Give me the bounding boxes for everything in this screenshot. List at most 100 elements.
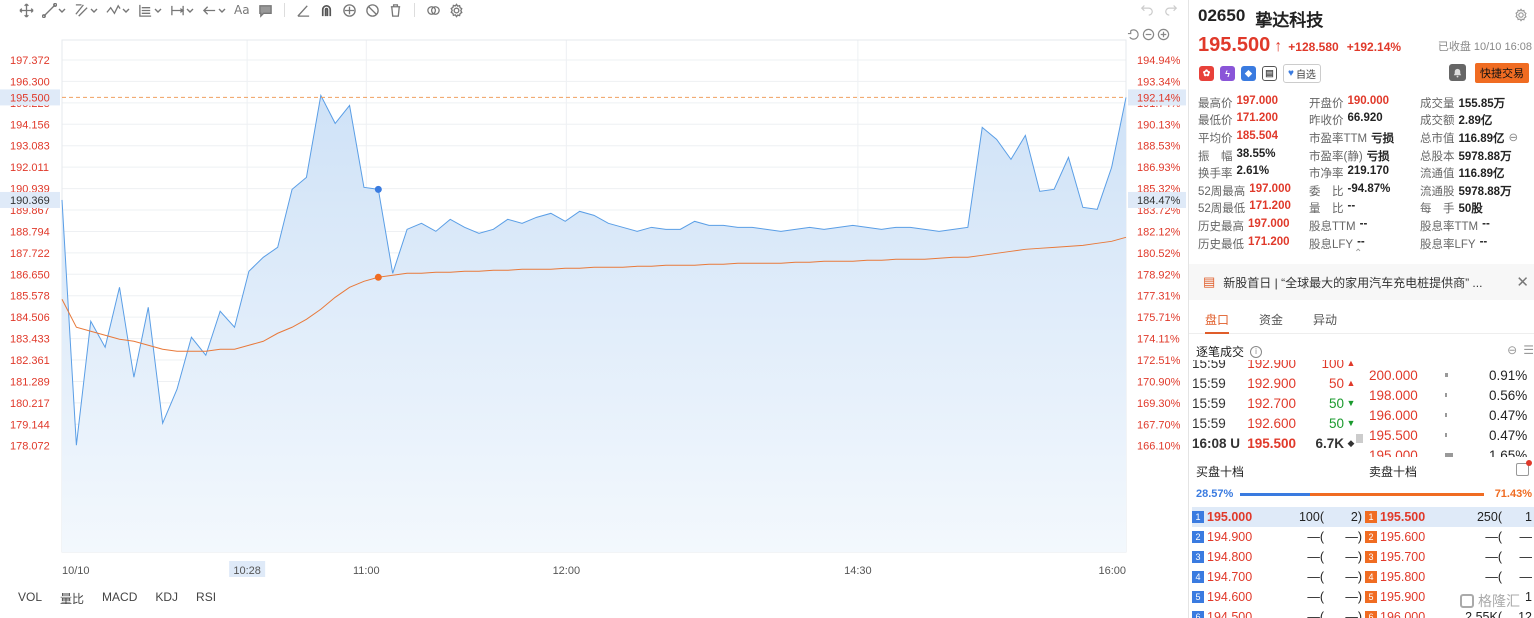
- channel-tool[interactable]: [71, 1, 101, 19]
- stat-label: 市盈率TTM: [1309, 132, 1368, 145]
- stat-label: 股息TTM: [1309, 220, 1356, 233]
- y-tick-right: 177.31%: [1137, 291, 1181, 303]
- stat-cell: 股息率LFY --: [1420, 236, 1531, 252]
- stat-cell: 流通值 116.89亿: [1420, 165, 1531, 181]
- delete-drawing-tool[interactable]: [385, 1, 406, 19]
- measure-tool[interactable]: [167, 1, 197, 19]
- tick-trades-inner: 15:59 192.900 100 ▲ 15:59 192.900 50 ▲ 15:59 192.…: [1192, 360, 1362, 453]
- y-tick-left: 196.300: [10, 76, 50, 88]
- news-banner[interactable]: ▤ 新股首日 | “全球最大的家用汽车充电桩提供商” ... ✕: [1189, 264, 1534, 300]
- indicator-macd[interactable]: MACD: [102, 590, 137, 607]
- y-tick-right: 188.53%: [1137, 141, 1181, 153]
- bid-title: 买盘十档: [1196, 465, 1245, 479]
- orderbook-row[interactable]: 4 194.700 —(—) 4 195.800 —(—: [1192, 567, 1534, 587]
- y-tick-right: 166.10%: [1137, 441, 1181, 453]
- text-tool[interactable]: Aa: [231, 1, 253, 19]
- stat-label: 成交量: [1420, 97, 1455, 110]
- tick-trades-list[interactable]: 15:59 192.900 100 ▲ 15:59 192.900 50 ▲ 15:59 192.…: [1192, 360, 1362, 458]
- compare-tool[interactable]: [423, 1, 444, 19]
- collapse-chevron-icon[interactable]: ⌃: [1354, 248, 1362, 259]
- indicator-kdj[interactable]: KDJ: [155, 590, 178, 607]
- wave-tool[interactable]: [103, 1, 133, 19]
- bid-price: 194.500: [1207, 610, 1253, 618]
- x-tick: 11:00: [353, 565, 380, 577]
- line-tool[interactable]: [39, 1, 69, 19]
- bell-icon: [1453, 68, 1462, 78]
- move-tool[interactable]: [16, 1, 37, 19]
- bid-volume: 100(: [1298, 510, 1324, 524]
- trade-row: 15:59 192.900 100 ▲: [1192, 360, 1362, 373]
- indicator-rsi[interactable]: RSI: [196, 590, 216, 607]
- y-tick-left: 188.794: [10, 226, 50, 238]
- indicator-vol[interactable]: VOL: [18, 590, 42, 607]
- trash-icon: [390, 3, 400, 17]
- redo-icon[interactable]: [1164, 2, 1178, 16]
- y-tick-left: 181.289: [10, 376, 50, 388]
- ask-price: 195.800: [1380, 570, 1426, 584]
- trade-direction-icon: ▼: [1346, 398, 1356, 408]
- close-icon[interactable]: ✕: [1516, 273, 1529, 291]
- undo-icon[interactable]: [1140, 2, 1154, 16]
- info-icon[interactable]: i: [1250, 345, 1263, 358]
- quick-trade-button[interactable]: 快捷交易: [1475, 63, 1529, 83]
- fib-tool[interactable]: [135, 1, 165, 19]
- lock-drawing-tool[interactable]: [339, 1, 360, 19]
- stat-value: 2.61%: [1236, 165, 1270, 178]
- more-icon[interactable]: ⊖: [1507, 343, 1517, 357]
- y-tick-left: 180.217: [10, 398, 50, 410]
- drawing-toolbar: Aa: [0, 0, 1188, 20]
- bid-level-index: 6: [1192, 611, 1204, 618]
- panel-settings[interactable]: [1514, 8, 1528, 27]
- last-price: 195.500: [1198, 34, 1271, 56]
- stat-value: --: [1347, 200, 1356, 213]
- hide-drawing-tool[interactable]: [362, 1, 383, 19]
- magnet-tool[interactable]: [316, 1, 337, 19]
- expand-icon[interactable]: [1516, 460, 1532, 476]
- stat-label: 量 比: [1309, 203, 1344, 216]
- distribution-row: 198.000 0.56%: [1369, 385, 1529, 405]
- price-area-fill: [62, 95, 1126, 552]
- indicator-volume-ratio[interactable]: 量比: [60, 590, 84, 607]
- add-watchlist-button[interactable]: ♥ 自选: [1283, 64, 1321, 83]
- stat-cell: 委 比 -94.87%: [1309, 183, 1420, 199]
- arrow-tool[interactable]: [199, 1, 229, 19]
- x-tick: 10/10: [62, 565, 90, 577]
- comment-tool[interactable]: [255, 1, 276, 19]
- more-stats-icon[interactable]: ⊖: [1509, 130, 1519, 146]
- distribution-row: 196.000 0.47%: [1369, 405, 1529, 425]
- stat-label: 每 手: [1420, 203, 1455, 216]
- y-tick-right: 175.71%: [1137, 312, 1181, 324]
- hk-flag-icon[interactable]: ✿: [1199, 66, 1214, 81]
- stat-value: 171.200: [1236, 112, 1279, 125]
- bid-price: 194.600: [1207, 590, 1253, 604]
- orderbook-row[interactable]: 3 194.800 —(—) 3 195.700 —(—: [1192, 547, 1534, 567]
- tag-icon[interactable]: ◆: [1241, 66, 1256, 81]
- chart-settings-tool[interactable]: [446, 1, 467, 19]
- ruler-tool[interactable]: [293, 1, 314, 19]
- document-icon[interactable]: ▤: [1262, 66, 1277, 81]
- bid-ratio-label: 28.57%: [1196, 488, 1234, 500]
- tab-capital[interactable]: 资金: [1259, 310, 1283, 334]
- tab-anomaly[interactable]: 异动: [1313, 310, 1337, 334]
- tab-orderbook[interactable]: 盘口: [1205, 310, 1230, 334]
- stat-cell: 历史最低 171.200: [1198, 236, 1309, 252]
- orderbook-row[interactable]: 1 195.000 100(2) 1 195.500 250(1: [1192, 507, 1534, 527]
- intraday-chart[interactable]: 197.372196.300195.228194.156193.083192.0…: [0, 20, 1188, 590]
- stat-value: 5978.88万: [1458, 150, 1512, 163]
- trade-direction-icon: ▲: [1346, 378, 1356, 388]
- watermark-text: 格隆汇: [1478, 594, 1520, 610]
- list-icon[interactable]: ☰: [1523, 343, 1534, 357]
- stats-row: 振 幅 38.55% 市盈率(静) 亏损 总股本 5978.88万: [1198, 147, 1534, 165]
- stat-value: 155.85万: [1458, 97, 1506, 110]
- scrollbar-thumb[interactable]: [1356, 434, 1363, 443]
- trade-qty: 50: [1328, 415, 1344, 431]
- ask-count: 1: [1525, 510, 1532, 524]
- alert-button[interactable]: [1449, 64, 1466, 81]
- y-tick-right: 178.92%: [1137, 269, 1181, 281]
- stat-cell: 开盘价 190.000: [1309, 95, 1420, 111]
- stat-label: 历史最低: [1198, 238, 1244, 251]
- trade-qty: 50: [1328, 375, 1344, 391]
- orderbook-row[interactable]: 2 194.900 —(—) 2 195.600 —(—: [1192, 527, 1534, 547]
- lightning-icon[interactable]: ϟ: [1220, 66, 1235, 81]
- stat-value: --: [1359, 217, 1368, 230]
